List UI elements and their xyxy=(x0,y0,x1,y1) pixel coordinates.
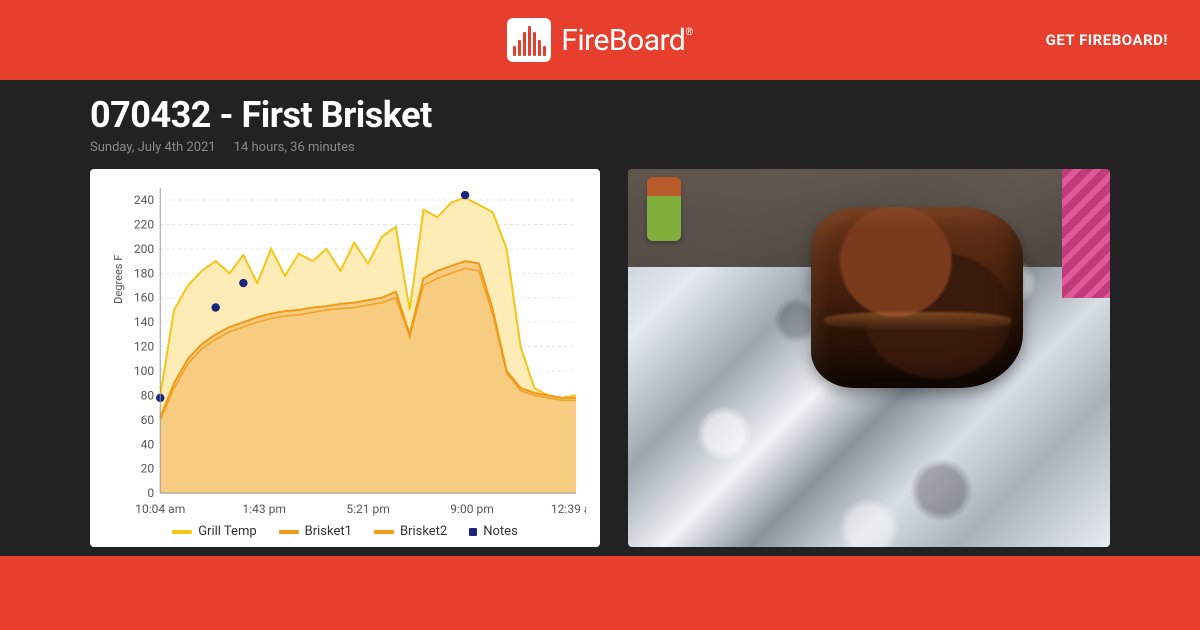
svg-text:180: 180 xyxy=(134,266,155,280)
svg-text:40: 40 xyxy=(141,437,155,451)
brand-logo: FireBoard® xyxy=(507,18,692,62)
svg-text:240: 240 xyxy=(134,193,155,207)
temperature-chart-panel: 0 20 40 60 80 100 120 140 160 180 200 220 240 Degrees… xyxy=(90,169,600,547)
svg-text:1:43 pm: 1:43 pm xyxy=(242,502,286,516)
svg-text:20: 20 xyxy=(141,462,155,476)
svg-text:80: 80 xyxy=(141,388,155,402)
svg-text:12:39 am: 12:39 am xyxy=(551,502,586,516)
svg-text:5:21 pm: 5:21 pm xyxy=(346,502,390,516)
legend-grill-temp: Grill Temp xyxy=(172,524,256,539)
svg-text:0: 0 xyxy=(147,486,154,500)
brand-logo-icon xyxy=(507,18,551,62)
brisket-meat xyxy=(811,207,1023,388)
footer-bar xyxy=(0,556,1200,630)
svg-text:140: 140 xyxy=(134,315,155,329)
get-fireboard-link[interactable]: GET FIREBOARD! xyxy=(1046,31,1168,49)
session-title: 070432 - First Brisket xyxy=(90,94,1110,136)
svg-text:9:00 pm: 9:00 pm xyxy=(450,502,494,516)
svg-text:120: 120 xyxy=(134,340,155,354)
svg-text:60: 60 xyxy=(141,413,155,427)
legend-brisket2: Brisket2 xyxy=(374,524,447,539)
chart-legend: Grill Temp Brisket1 Brisket2 Notes xyxy=(104,524,586,539)
legend-notes: Notes xyxy=(469,524,518,539)
session-date: Sunday, July 4th 2021 xyxy=(90,140,216,155)
svg-text:220: 220 xyxy=(134,217,155,231)
temperature-chart: 0 20 40 60 80 100 120 140 160 180 200 220 240 Degrees… xyxy=(104,179,586,522)
svg-text:10:04 am: 10:04 am xyxy=(135,502,185,516)
main-content: 070432 - First Brisket Sunday, July 4th … xyxy=(0,80,1200,547)
brand-name: FireBoard® xyxy=(561,23,692,58)
session-meta: Sunday, July 4th 2021 14 hours, 36 minut… xyxy=(90,140,1110,155)
legend-brisket1: Brisket1 xyxy=(279,524,352,539)
svg-text:200: 200 xyxy=(134,242,155,256)
svg-text:100: 100 xyxy=(134,364,155,378)
svg-text:160: 160 xyxy=(134,291,155,305)
app-header: FireBoard® GET FIREBOARD! xyxy=(0,0,1200,80)
session-duration: 14 hours, 36 minutes xyxy=(234,140,355,155)
session-photo xyxy=(628,169,1110,547)
svg-text:Degrees F: Degrees F xyxy=(112,255,125,304)
